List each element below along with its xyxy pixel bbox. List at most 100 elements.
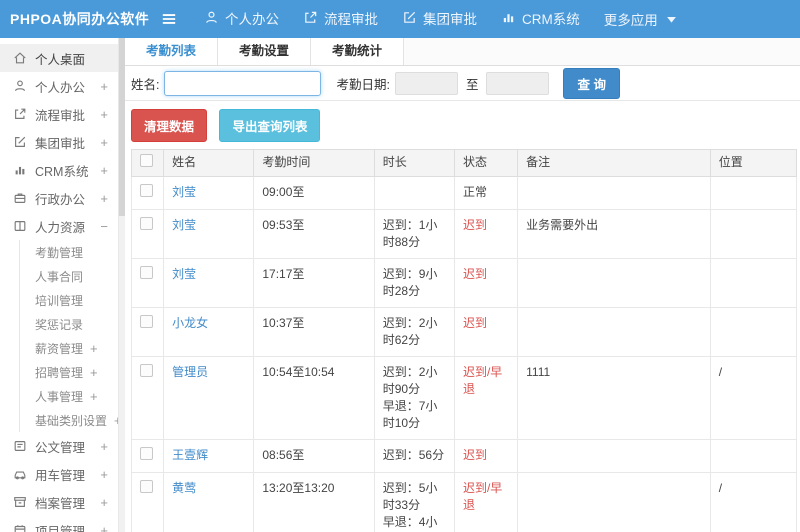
row-checkbox[interactable] xyxy=(140,266,153,279)
sidebar-item-basic-category-settings[interactable]: 基础类别设置 + xyxy=(19,408,118,432)
sidebar-item-human-resources[interactable]: 人力资源 − xyxy=(0,212,118,240)
sidebar-scrollbar[interactable] xyxy=(118,38,125,532)
duration-text: 早退：4小时67分 xyxy=(382,515,438,529)
date-from-input[interactable] xyxy=(394,71,458,95)
sidebar-item-label: 考勤管理 xyxy=(35,245,84,260)
status-text: 迟到 xyxy=(462,218,487,232)
sidebar-item-document-management[interactable]: 公文管理 + xyxy=(0,432,118,460)
column-header: 位置 xyxy=(709,149,798,177)
employee-name-link[interactable]: 王壹辉 xyxy=(172,448,208,462)
row-checkbox[interactable] xyxy=(140,364,153,377)
employee-name-link[interactable]: 刘莹 xyxy=(172,218,196,232)
row-checkbox[interactable] xyxy=(140,315,153,328)
sidebar-item-crm-system[interactable]: CRM系统 + xyxy=(0,156,118,184)
topnav-label: 流程审批 xyxy=(324,11,378,27)
expand-icon[interactable]: + xyxy=(100,467,108,482)
expand-icon[interactable]: + xyxy=(100,163,108,178)
topnav-group-approval[interactable]: 集团审批 xyxy=(402,8,477,28)
briefcase-icon xyxy=(13,191,27,205)
sidebar-item-rewards-records[interactable]: 奖惩记录 xyxy=(19,312,118,336)
search-button[interactable]: 查 询 xyxy=(563,67,620,99)
expand-icon[interactable]: + xyxy=(100,107,108,122)
table-row: 黄莺13:20至13:20迟到：5小时33分早退：4小时67分迟到/早退/ xyxy=(130,472,798,532)
location-cell xyxy=(709,258,798,308)
tab-attendance-settings[interactable]: 考勤设置 xyxy=(218,38,312,65)
caret-down-icon xyxy=(664,12,679,27)
employee-name-link[interactable]: 黄莺 xyxy=(172,481,196,495)
sidebar-item-training-management[interactable]: 培训管理 xyxy=(19,288,118,312)
export-list-button[interactable]: 导出查询列表 xyxy=(219,109,321,142)
expand-icon[interactable]: + xyxy=(100,523,108,532)
location-cell xyxy=(709,439,798,473)
collapse-icon[interactable]: − xyxy=(100,219,108,234)
scrollbar-thumb[interactable] xyxy=(119,38,125,216)
sidebar-item-personal-office[interactable]: 个人办公 + xyxy=(0,72,118,100)
action-bar: 清理数据 导出查询列表 xyxy=(125,101,800,149)
sidebar-item-project-management[interactable]: 项目管理 + xyxy=(0,516,118,532)
sidebar-item-attendance-management[interactable]: 考勤管理 xyxy=(19,240,118,264)
user-icon xyxy=(13,79,27,93)
expand-icon[interactable]: + xyxy=(100,79,108,94)
sidebar-item-personnel-contract[interactable]: 人事合同 xyxy=(19,264,118,288)
project-icon xyxy=(13,523,27,532)
status-cell: 迟到 xyxy=(453,307,519,357)
sidebar-item-archive-management[interactable]: 档案管理 + xyxy=(0,488,118,516)
expand-icon[interactable]: + xyxy=(90,389,98,404)
name-cell: 王壹辉 xyxy=(163,439,255,473)
date-to-input[interactable] xyxy=(486,71,550,95)
employee-name-link[interactable]: 小龙女 xyxy=(172,316,208,330)
status-cell: 迟到 xyxy=(453,439,519,473)
expand-icon[interactable]: + xyxy=(100,439,108,454)
topnav-workflow-approval[interactable]: 流程审批 xyxy=(303,8,378,28)
topnav-more-apps[interactable]: 更多应用 xyxy=(604,9,679,29)
expand-icon[interactable]: + xyxy=(100,135,108,150)
doc-icon xyxy=(13,439,27,453)
sidebar-item-label: 人力资源 xyxy=(35,220,86,235)
row-checkbox[interactable] xyxy=(140,184,153,197)
row-checkbox[interactable] xyxy=(140,480,153,493)
sidebar-item-admin-office[interactable]: 行政办公 + xyxy=(0,184,118,212)
status-cell: 迟到/早退 xyxy=(453,356,519,440)
status-text: 迟到 xyxy=(462,448,487,462)
sidebar-item-vehicle-management[interactable]: 用车管理 + xyxy=(0,460,118,488)
duration-cell: 迟到：2小时62分 xyxy=(373,307,455,357)
sidebar-item-recruitment-management[interactable]: 招聘管理 + xyxy=(19,360,118,384)
sidebar-item-workflow-approval[interactable]: 流程审批 + xyxy=(0,100,118,128)
share-icon xyxy=(303,10,318,25)
topnav-label: 集团审批 xyxy=(423,11,477,27)
location-cell: / xyxy=(709,472,798,532)
sidebar-item-personnel-management[interactable]: 人事管理 + xyxy=(19,384,118,408)
select-all-checkbox[interactable] xyxy=(140,154,153,167)
topnav-label: 个人办公 xyxy=(225,11,279,27)
topnav-personal-office[interactable]: 个人办公 xyxy=(204,8,279,28)
expand-icon[interactable]: + xyxy=(90,341,98,356)
clean-data-button[interactable]: 清理数据 xyxy=(131,109,208,142)
sidebar-item-salary-management[interactable]: 薪资管理 + xyxy=(19,336,118,360)
expand-icon[interactable]: + xyxy=(100,495,108,510)
employee-name-link[interactable]: 管理员 xyxy=(172,365,208,379)
table-row: 刘莹 17:17至 迟到：9小时28分 迟到 xyxy=(130,258,798,308)
sidebar-item-label: 档案管理 xyxy=(35,496,86,511)
tab-bar: 考勤列表 考勤设置 考勤统计 xyxy=(125,38,800,66)
expand-icon[interactable]: + xyxy=(100,191,108,206)
duration-cell: 迟到：1小时88分 xyxy=(373,209,455,259)
row-checkbox-cell xyxy=(130,176,165,210)
sidebar-item-label: 公文管理 xyxy=(35,440,86,455)
name-input[interactable] xyxy=(164,70,322,96)
table-row: 刘莹 09:00至 正常 xyxy=(130,176,798,210)
employee-name-link[interactable]: 刘莹 xyxy=(172,267,196,281)
table-row: 小龙女 10:37至 迟到：2小时62分 迟到 xyxy=(130,307,798,357)
tab-attendance-list[interactable]: 考勤列表 xyxy=(125,38,219,65)
topnav-label: CRM系统 xyxy=(522,11,580,27)
sidebar-item-group-approval[interactable]: 集团审批 + xyxy=(0,128,118,156)
row-checkbox[interactable] xyxy=(140,447,153,460)
menu-toggle-icon[interactable] xyxy=(160,10,178,28)
employee-name-link[interactable]: 刘莹 xyxy=(172,185,196,199)
row-checkbox[interactable] xyxy=(140,217,153,230)
tab-attendance-stats[interactable]: 考勤统计 xyxy=(311,38,405,65)
expand-icon[interactable]: + xyxy=(90,365,98,380)
topnav-crm-system[interactable]: CRM系统 xyxy=(501,8,580,28)
duration-text: 迟到：2小时90分 xyxy=(382,365,438,396)
sidebar-item-label: 奖惩记录 xyxy=(35,317,84,332)
sidebar-item-personal-desktop[interactable]: 个人桌面 xyxy=(0,44,118,72)
